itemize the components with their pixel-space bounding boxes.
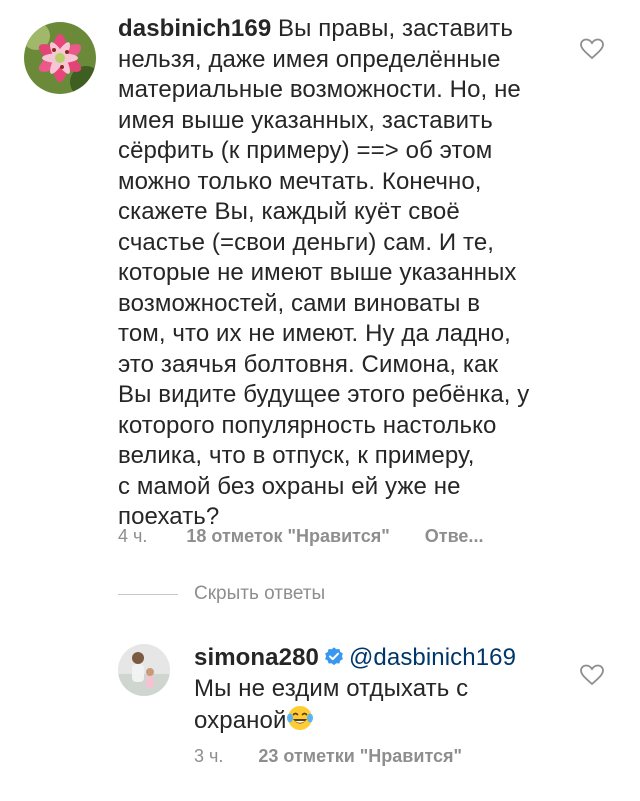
reply-time: 3 ч. bbox=[194, 746, 224, 766]
reply-button[interactable]: Отве... bbox=[425, 526, 484, 546]
heart-icon[interactable] bbox=[580, 664, 604, 686]
comment-line: которого популярность настолько bbox=[118, 411, 497, 439]
comment-line: которые не имеют выше указанных bbox=[118, 259, 517, 286]
lily-flower-avatar-image bbox=[24, 22, 96, 94]
user-photo-avatar-image bbox=[118, 644, 170, 696]
comment-username[interactable]: dasbinich169 bbox=[118, 15, 271, 42]
comment-likes[interactable]: 18 отметок "Нравится" bbox=[186, 526, 389, 546]
comment-time: 4 ч. bbox=[118, 526, 148, 546]
comment-text: dasbinich169 Вы правы, заставить нельзя,… bbox=[118, 14, 529, 533]
comment-line: можно только мечтать. Конечно, bbox=[118, 167, 482, 195]
comment-line: Вы правы, заставить bbox=[271, 15, 513, 42]
verified-badge-icon bbox=[325, 647, 343, 666]
hide-replies-label: Скрыть ответы bbox=[194, 583, 326, 604]
comment-line: это заячья болтовня. Симона, как bbox=[118, 350, 499, 378]
reply-meta: 3 ч. 23 отметки "Нравится" bbox=[194, 746, 462, 767]
reply-username[interactable]: simona280 bbox=[194, 644, 319, 671]
comment-line: возможностей, сами виноваты в bbox=[118, 289, 481, 317]
comment-meta: 4 ч. 18 отметок "Нравится" Отве... bbox=[118, 526, 483, 547]
comment-line: сёрфить (к примеру) ==> об этом bbox=[118, 137, 493, 164]
comment-line: счастье (=свои деньги) сам. И те, bbox=[118, 228, 495, 256]
reply-text: simona280 @dasbinich169 Мы не ездим отды… bbox=[194, 643, 516, 737]
comment-line: велика, что в отпуск, к примеру, bbox=[118, 442, 475, 469]
reply-line: охраной bbox=[194, 707, 287, 734]
laughing-tears-emoji-icon bbox=[287, 706, 314, 730]
comment-line: том, что их не имеют. Ну да ладно, bbox=[118, 320, 511, 347]
avatar[interactable] bbox=[118, 644, 170, 696]
hide-replies-button[interactable]: Скрыть ответы bbox=[118, 583, 325, 605]
comment-line: материальные возможности. Но, не bbox=[118, 76, 521, 103]
reply-mention[interactable]: @dasbinich169 bbox=[349, 644, 516, 671]
comment-line: скажете Вы, каждый куёт своё bbox=[118, 198, 460, 225]
reply-likes[interactable]: 23 отметки "Нравится" bbox=[258, 746, 462, 766]
reply-line: Мы не ездим отдыхать с bbox=[194, 674, 469, 702]
avatar[interactable] bbox=[24, 22, 96, 94]
comment-line: имея выше указанных, заставить bbox=[118, 106, 493, 134]
divider-line bbox=[118, 593, 178, 595]
comment-line: с мамой без охраны ей уже не bbox=[118, 472, 461, 500]
comment-line: нельзя, даже имея определённые bbox=[118, 45, 501, 73]
heart-icon[interactable] bbox=[580, 38, 604, 60]
comment-line: Вы видите будущее этого ребёнка, у bbox=[118, 381, 530, 408]
